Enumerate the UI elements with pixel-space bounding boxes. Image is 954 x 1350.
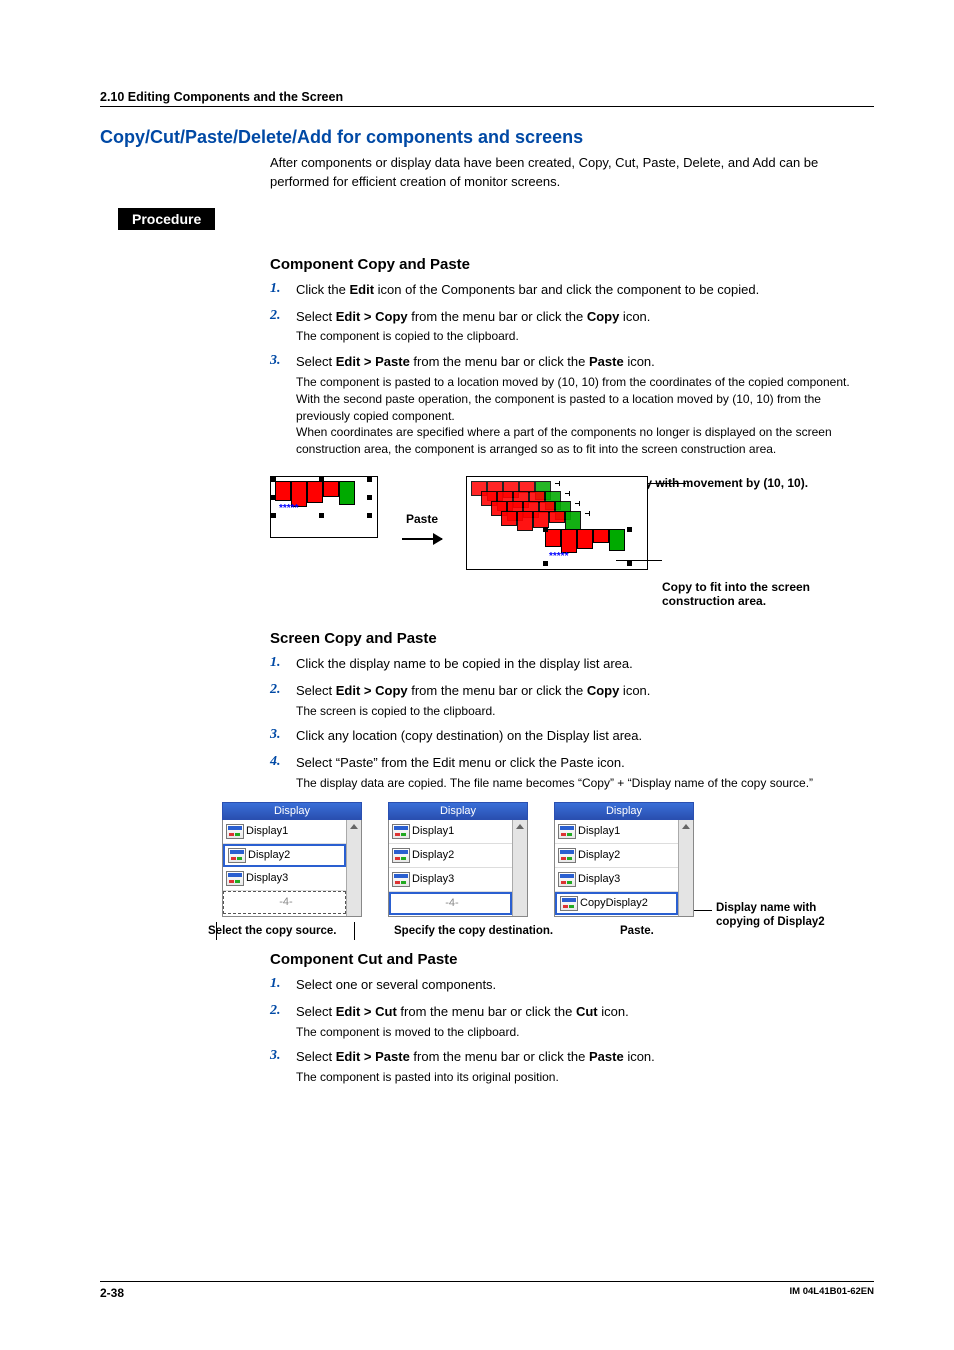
step-number: 1.	[270, 281, 296, 300]
display-icon	[392, 848, 410, 863]
display-icon	[226, 871, 244, 886]
callout-bottom: Copy to fit into the screenconstruction …	[662, 580, 810, 609]
list-item[interactable]: Display3	[555, 868, 678, 892]
display-list-panel: Display Display1 Display2 Display3 -4-	[388, 802, 528, 917]
list-item[interactable]: Display2	[389, 844, 512, 868]
step-number: 2.	[270, 308, 296, 346]
section-comp-copy-title: Component Copy and Paste	[270, 256, 874, 273]
step-text: Select Edit > Copy from the menu bar or …	[296, 308, 874, 346]
display-icon	[392, 824, 410, 839]
list-placeholder[interactable]: -4-	[223, 891, 346, 914]
step-text: Select Edit > Paste from the menu bar or…	[296, 353, 874, 458]
procedure-badge: Procedure	[118, 208, 215, 230]
display-list-panel: Display Display1 Display2 Display3 CopyD…	[554, 802, 694, 917]
step: 3. Select Edit > Paste from the menu bar…	[270, 353, 874, 458]
scrollbar[interactable]	[678, 820, 693, 916]
page-number: 2-38	[100, 1286, 124, 1300]
list-item[interactable]: Display3	[223, 867, 346, 891]
list-item[interactable]: Display1	[389, 820, 512, 844]
scrollbar[interactable]	[346, 820, 361, 916]
page-footer: 2-38 IM 04L41B01-62EN	[100, 1281, 874, 1300]
main-title: Copy/Cut/Paste/Delete/Add for components…	[100, 127, 874, 148]
list-placeholder[interactable]: -4-	[389, 892, 512, 915]
list-item[interactable]: Display2	[555, 844, 678, 868]
section-comp-cut-title: Component Cut and Paste	[270, 951, 874, 968]
callout-line	[694, 910, 712, 911]
side-callout: Display name withcopying of Display2	[716, 902, 825, 930]
display-icon	[558, 872, 576, 887]
running-header: 2.10 Editing Components and the Screen	[100, 90, 874, 107]
intro-paragraph: After components or display data have be…	[270, 154, 874, 192]
step: 1. Click the display name to be copied i…	[270, 655, 874, 674]
step: 3. Click any location (copy destination)…	[270, 727, 874, 746]
step: 2. Select Edit > Copy from the menu bar …	[270, 308, 874, 346]
step-text: Click the Edit icon of the Components ba…	[296, 281, 874, 300]
paste-arrow: Paste	[392, 476, 452, 545]
display-icon	[558, 848, 576, 863]
figure-display-panels: Display Display1 Display2 Display3 -4- D…	[100, 802, 874, 937]
list-item-copy[interactable]: CopyDisplay2	[555, 892, 678, 915]
step: 2. Select Edit > Copy from the menu bar …	[270, 682, 874, 720]
scrollbar[interactable]	[512, 820, 527, 916]
step: 1. Click the Edit icon of the Components…	[270, 281, 874, 300]
display-icon	[560, 896, 578, 911]
display-list-panel: Display Display1 Display2 Display3 -4-	[222, 802, 362, 917]
list-item[interactable]: Display1	[555, 820, 678, 844]
list-item[interactable]: Display1	[223, 820, 346, 844]
doc-id: IM 04L41B01-62EN	[790, 1286, 874, 1300]
step: 4. Select “Paste” from the Edit menu or …	[270, 754, 874, 792]
step: 1. Select one or several components.	[270, 976, 874, 995]
figure-copy-paste: Copy with movement by (10, 10). *****	[270, 476, 874, 616]
step: 2. Select Edit > Cut from the menu bar o…	[270, 1003, 874, 1041]
step: 3. Select Edit > Paste from the menu bar…	[270, 1048, 874, 1086]
section-screen-copy-title: Screen Copy and Paste	[270, 630, 874, 647]
display-icon	[228, 848, 246, 863]
display-icon	[392, 872, 410, 887]
step-number: 3.	[270, 353, 296, 458]
display-icon	[226, 824, 244, 839]
list-item[interactable]: Display3	[389, 868, 512, 892]
list-item[interactable]: Display2	[223, 844, 346, 867]
display-icon	[558, 824, 576, 839]
